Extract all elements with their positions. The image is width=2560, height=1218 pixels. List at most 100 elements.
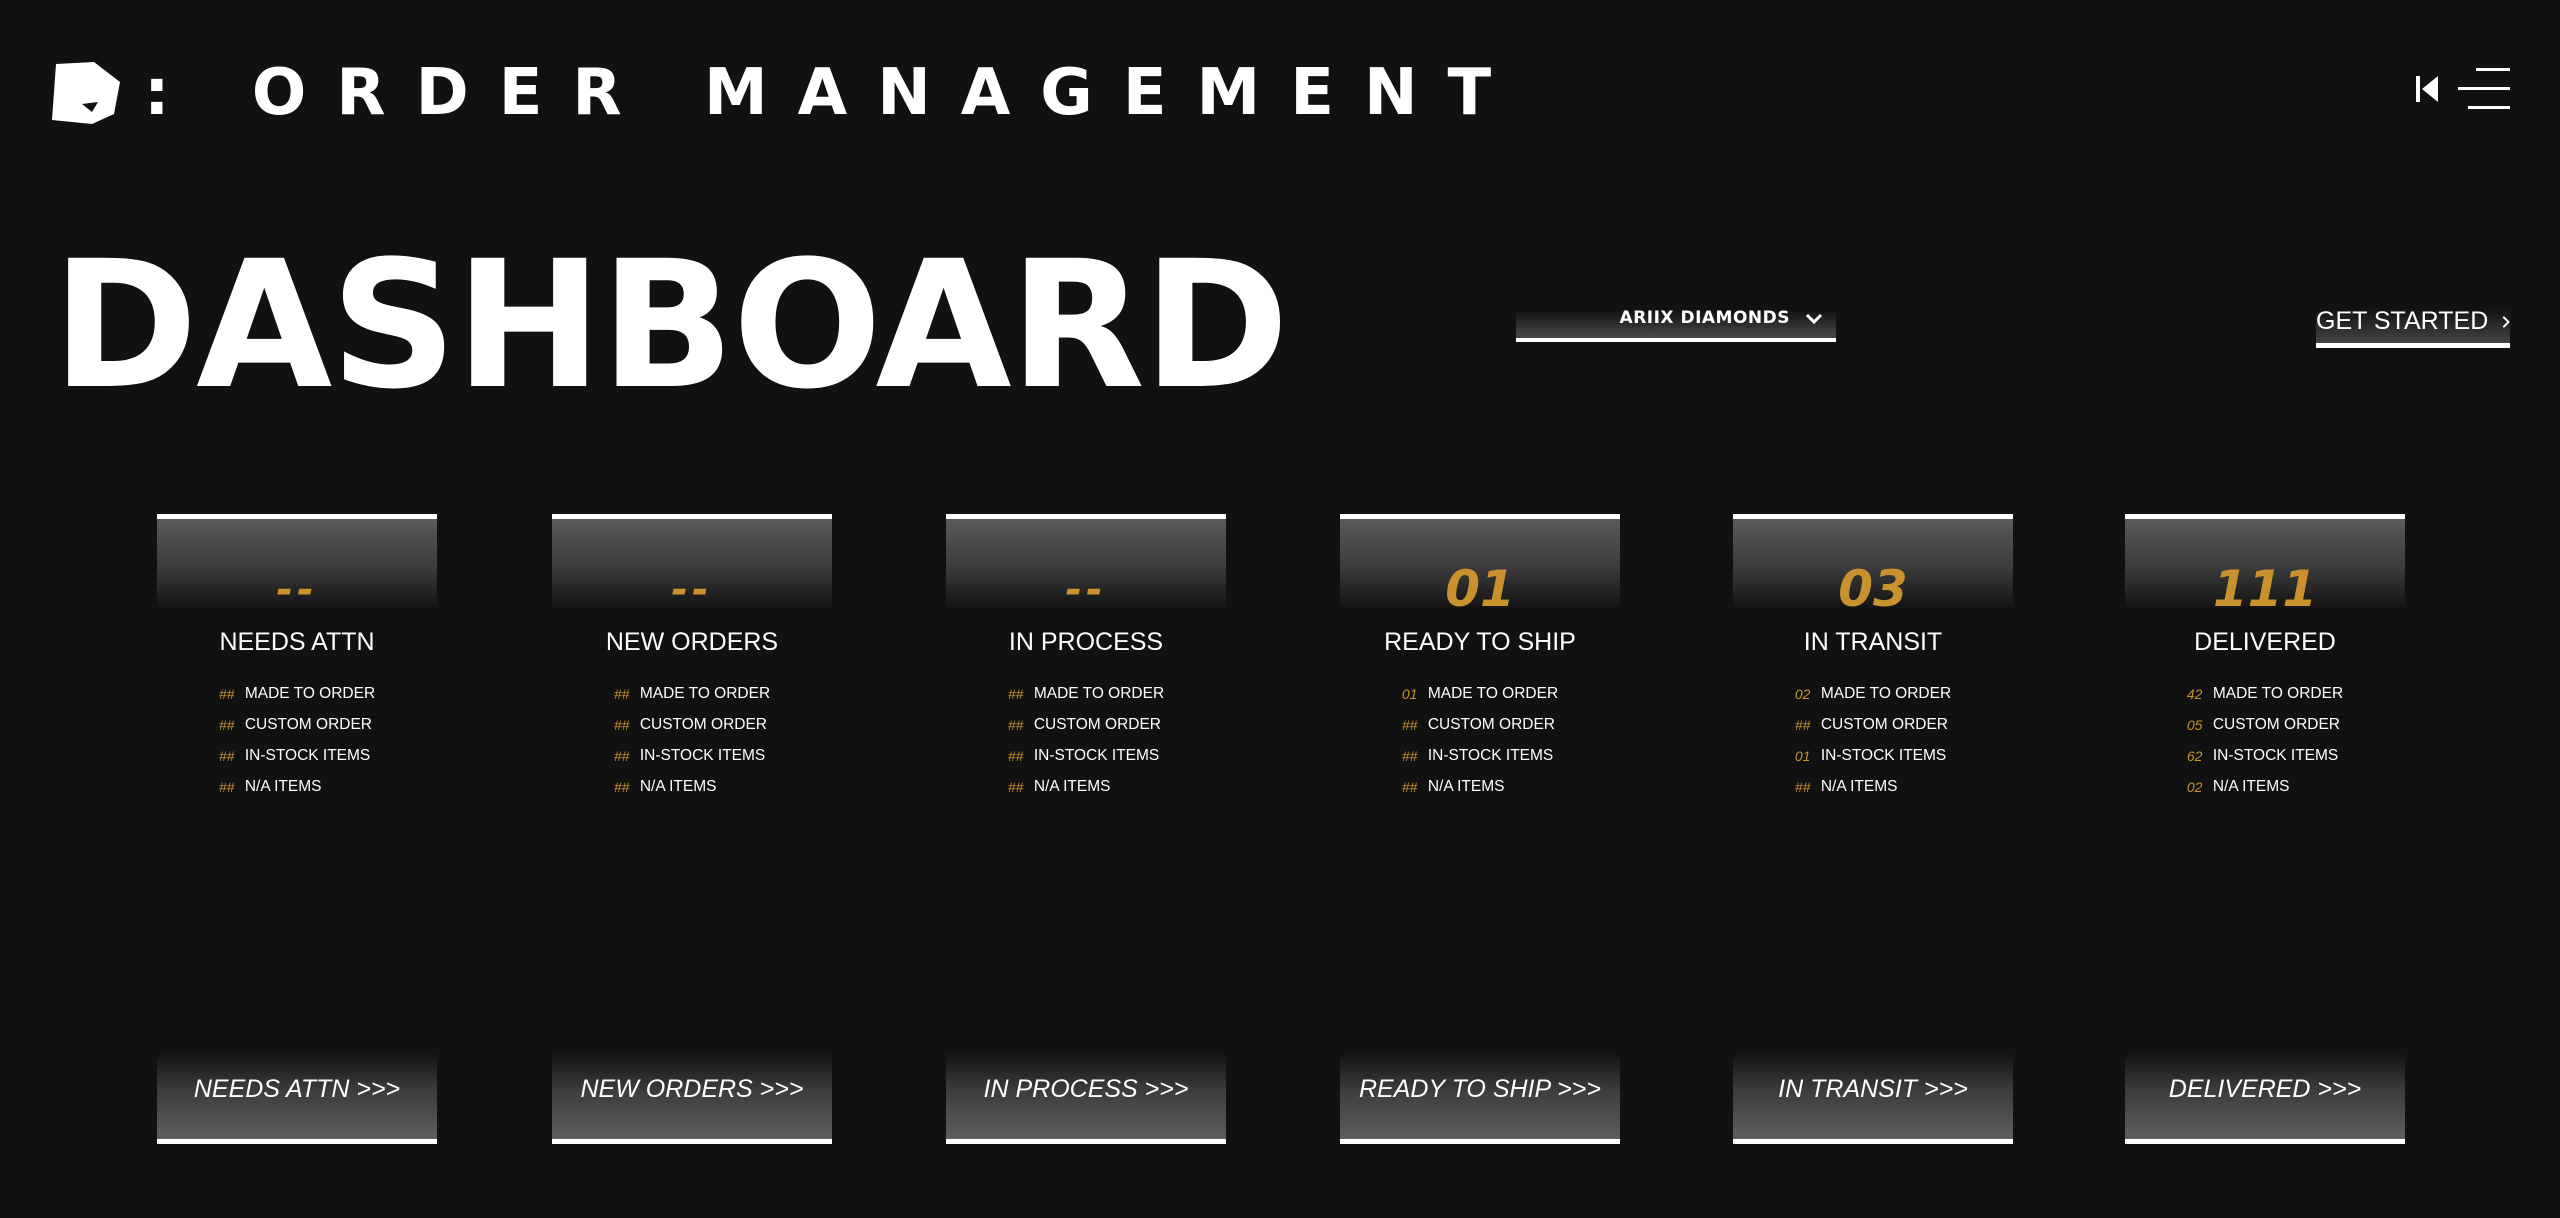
list-item: 02 N/A ITEMS	[2187, 777, 2343, 797]
row-count: ##	[218, 686, 235, 702]
row-count: ##	[218, 779, 235, 795]
row-label: IN-STOCK ITEMS	[639, 747, 766, 764]
row-label: CUSTOM ORDER	[1427, 716, 1555, 733]
status-card-in-transit: 03 IN TRANSIT 02 MADE TO ORDER ## CUSTOM O…	[1733, 514, 2013, 1144]
list-item: 42 MADE TO ORDER	[2187, 684, 2343, 704]
row-count: ##	[1401, 717, 1418, 733]
row-label: N/A ITEMS	[2212, 778, 2290, 795]
card-count: 03	[1838, 560, 1908, 618]
status-card-in-process: -- IN PROCESS ## MADE TO ORDER ## CUSTOM O…	[946, 514, 1226, 1144]
card-title: READY TO SHIP	[1384, 628, 1576, 656]
list-item: ## N/A ITEMS	[614, 777, 770, 797]
hamburger-menu-icon[interactable]	[2454, 66, 2512, 112]
diamond-shape-icon[interactable]	[48, 60, 122, 126]
card-title: DELIVERED	[2194, 628, 2336, 656]
card-title: NEEDS ATTN	[219, 628, 375, 656]
card-button-label: IN PROCESS >>>	[983, 1075, 1189, 1103]
card-title: IN PROCESS	[1008, 628, 1164, 656]
order-management-page: : ORDER MANAGEMENT DASHBOARD ARIIX DIAMO…	[0, 0, 2560, 1218]
in-transit-button[interactable]: IN TRANSIT >>>	[1733, 1052, 2013, 1144]
header-controls	[2414, 66, 2512, 112]
row-label: N/A ITEMS	[244, 778, 322, 795]
row-label: MADE TO ORDER	[2212, 685, 2344, 702]
page-title: DASHBOARD	[52, 223, 1289, 428]
row-count: ##	[218, 748, 235, 764]
list-item: ## N/A ITEMS	[1795, 777, 1951, 797]
ready-to-ship-button[interactable]: READY TO SHIP >>>	[1340, 1052, 1620, 1144]
row-count: 62	[2186, 748, 2203, 764]
delivered-button[interactable]: DELIVERED >>>	[2125, 1052, 2405, 1144]
card-button-label: NEW ORDERS >>>	[580, 1075, 804, 1103]
row-label: N/A ITEMS	[1427, 778, 1505, 795]
status-card-new-orders: -- NEW ORDERS ## MADE TO ORDER ## CUSTOM O…	[552, 514, 832, 1144]
row-count: ##	[1794, 779, 1811, 795]
row-count: 01	[1401, 686, 1418, 702]
row-count: ##	[1007, 748, 1024, 764]
list-item: 62 IN-STOCK ITEMS	[2187, 746, 2343, 766]
list-item: ## CUSTOM ORDER	[1008, 715, 1164, 735]
row-label: IN-STOCK ITEMS	[244, 747, 371, 764]
row-count: 05	[2186, 717, 2203, 733]
row-label: CUSTOM ORDER	[2212, 716, 2340, 733]
row-count: ##	[1794, 717, 1811, 733]
list-item: ## MADE TO ORDER	[1008, 684, 1164, 704]
row-label: MADE TO ORDER	[1427, 685, 1559, 702]
row-label: MADE TO ORDER	[1820, 685, 1952, 702]
row-count: 02	[1794, 686, 1811, 702]
row-label: N/A ITEMS	[639, 778, 717, 795]
needs-attn-button[interactable]: NEEDS ATTN >>>	[157, 1052, 437, 1144]
row-label: CUSTOM ORDER	[244, 716, 372, 733]
row-count: ##	[613, 717, 630, 733]
list-item: 01 MADE TO ORDER	[1402, 684, 1558, 704]
row-count: ##	[613, 748, 630, 764]
card-count: 111	[2212, 560, 2318, 618]
card-button-label: IN TRANSIT >>>	[1778, 1075, 1968, 1103]
card-breakdown-list: 01 MADE TO ORDER ## CUSTOM ORDER ## IN-STOC…	[1340, 684, 1620, 797]
row-count: ##	[1401, 748, 1418, 764]
list-item: ## IN-STOCK ITEMS	[614, 746, 770, 766]
list-item: 01 IN-STOCK ITEMS	[1795, 746, 1951, 766]
new-orders-button[interactable]: NEW ORDERS >>>	[552, 1052, 832, 1144]
row-label: IN-STOCK ITEMS	[1033, 747, 1160, 764]
card-breakdown-list: ## MADE TO ORDER ## CUSTOM ORDER ## IN-STOC…	[552, 684, 832, 797]
list-item: ## MADE TO ORDER	[219, 684, 375, 704]
row-count: ##	[1007, 779, 1024, 795]
card-breakdown-list: 02 MADE TO ORDER ## CUSTOM ORDER 01 IN-STOC…	[1733, 684, 2013, 797]
list-item: 02 MADE TO ORDER	[1795, 684, 1951, 704]
row-count: 02	[2186, 779, 2203, 795]
list-item: ## N/A ITEMS	[1008, 777, 1164, 797]
account-select-dropdown[interactable]: ARIIX DIAMONDS	[1516, 298, 1836, 342]
row-count: 42	[2186, 686, 2203, 702]
app-header: : ORDER MANAGEMENT	[48, 58, 1521, 128]
row-count: ##	[1401, 779, 1418, 795]
list-item: ## MADE TO ORDER	[614, 684, 770, 704]
chevron-right-icon	[2502, 315, 2510, 328]
row-count: ##	[1007, 686, 1024, 702]
row-label: MADE TO ORDER	[244, 685, 376, 702]
row-count: ##	[1007, 717, 1024, 733]
list-item: ## N/A ITEMS	[219, 777, 375, 797]
status-card-delivered: 111 DELIVERED 42 MADE TO ORDER 05 CUSTOM O…	[2125, 514, 2405, 1144]
get-started-label: GET STARTED	[2316, 307, 2489, 335]
card-count: 01	[1445, 560, 1515, 618]
get-started-button[interactable]: GET STARTED	[2316, 300, 2510, 348]
row-label: CUSTOM ORDER	[639, 716, 767, 733]
card-button-label: READY TO SHIP >>>	[1358, 1075, 1601, 1103]
list-item: ## IN-STOCK ITEMS	[1008, 746, 1164, 766]
status-card-needs-attn: -- NEEDS ATTN ## MADE TO ORDER ## CUSTOM O…	[157, 514, 437, 1144]
row-count: 01	[1794, 748, 1811, 764]
card-title: IN TRANSIT	[1803, 628, 1943, 656]
card-count: --	[671, 567, 713, 613]
card-breakdown-list: ## MADE TO ORDER ## CUSTOM ORDER ## IN-STOC…	[157, 684, 437, 797]
skip-back-icon[interactable]	[2414, 72, 2440, 106]
app-title: : ORDER MANAGEMENT	[144, 56, 1522, 130]
list-item: ## CUSTOM ORDER	[1795, 715, 1951, 735]
row-label: CUSTOM ORDER	[1820, 716, 1948, 733]
in-process-button[interactable]: IN PROCESS >>>	[946, 1052, 1226, 1144]
list-item: ## IN-STOCK ITEMS	[219, 746, 375, 766]
row-label: N/A ITEMS	[1033, 778, 1111, 795]
row-count: ##	[613, 779, 630, 795]
list-item: ## CUSTOM ORDER	[614, 715, 770, 735]
card-button-label: NEEDS ATTN >>>	[193, 1075, 401, 1103]
list-item: ## CUSTOM ORDER	[219, 715, 375, 735]
